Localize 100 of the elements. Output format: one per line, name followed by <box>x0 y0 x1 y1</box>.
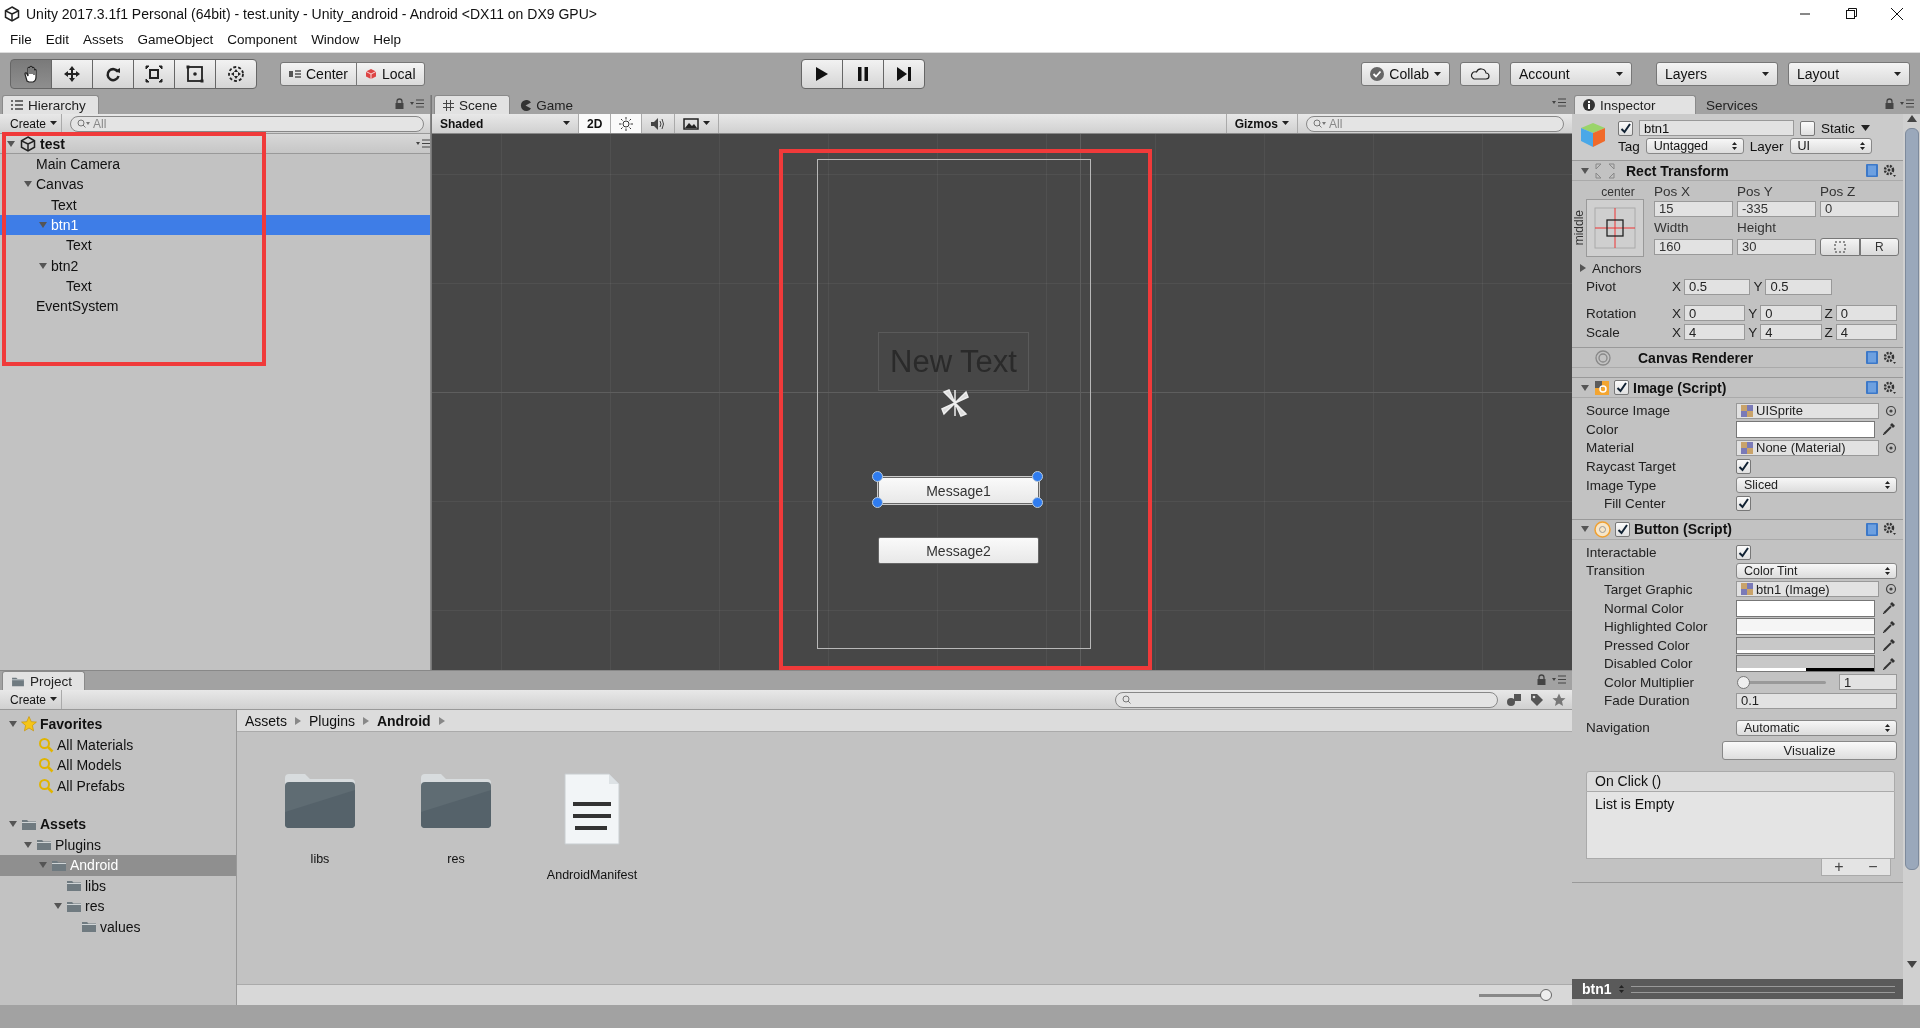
panel-menu-icon[interactable] <box>1900 99 1914 108</box>
create-dropdown[interactable]: Create <box>6 114 63 133</box>
name-field[interactable]: btn1 <box>1639 120 1794 136</box>
2d-toggle[interactable]: 2D <box>579 114 612 133</box>
tree-item[interactable]: libs <box>0 875 236 896</box>
dropdown[interactable]: Automatic <box>1736 719 1897 736</box>
tree-item[interactable]: btn2 <box>0 255 430 276</box>
eyedropper-icon[interactable] <box>1881 655 1897 672</box>
collapsed-arrow-icon[interactable] <box>1578 263 1588 274</box>
group-label[interactable]: Favorites <box>40 716 103 733</box>
object-field[interactable]: UISprite <box>1736 402 1879 419</box>
eyedropper-icon[interactable] <box>1881 618 1897 635</box>
pause-button[interactable] <box>841 59 884 89</box>
resize-handle[interactable] <box>872 497 883 508</box>
star-icon[interactable] <box>1552 692 1566 707</box>
breadcrumb-item[interactable]: Plugins <box>309 712 355 729</box>
input-field[interactable]: 15 <box>1654 200 1733 217</box>
resize-handle[interactable] <box>872 471 883 482</box>
lighting-toggle[interactable] <box>611 114 643 133</box>
expanded-arrow-icon[interactable] <box>1580 382 1590 393</box>
scrollbar-thumb[interactable] <box>1904 128 1919 870</box>
tree-item[interactable]: Main Camera <box>0 154 430 175</box>
tree-item[interactable]: Plugins <box>0 834 236 855</box>
cloud-button[interactable] <box>1460 62 1500 86</box>
menu-item[interactable]: Edit <box>39 30 76 49</box>
tree-item[interactable]: EventSystem <box>0 296 430 317</box>
input-field[interactable]: 4 <box>1835 324 1897 341</box>
create-dropdown[interactable]: Create <box>6 690 63 709</box>
static-checkbox[interactable] <box>1800 120 1815 136</box>
slider-thumb[interactable] <box>1737 675 1750 689</box>
panel-tab[interactable]: Inspector <box>1574 95 1696 114</box>
menu-item[interactable]: GameObject <box>131 30 220 49</box>
input-field[interactable]: 0 <box>1820 200 1899 217</box>
panel-menu-icon[interactable] <box>410 99 424 108</box>
panel-menu-icon[interactable] <box>1552 675 1566 684</box>
expanded-arrow-icon[interactable] <box>23 839 33 850</box>
color-field[interactable] <box>1736 420 1875 438</box>
step-button[interactable] <box>882 59 925 89</box>
eyedropper-icon[interactable] <box>1881 637 1897 654</box>
layer-dropdown[interactable]: UI <box>1789 138 1872 154</box>
gizmos-dropdown[interactable]: Gizmos <box>1225 114 1298 133</box>
search-field[interactable] <box>1115 691 1498 708</box>
tool-button[interactable] <box>215 59 257 89</box>
tag-dropdown[interactable]: Untagged <box>1645 138 1744 154</box>
expanded-arrow-icon[interactable] <box>6 138 16 149</box>
expanded-arrow-icon[interactable] <box>1580 165 1590 176</box>
gear-icon[interactable] <box>1883 350 1897 365</box>
input-field[interactable]: 0 <box>1684 305 1746 322</box>
menu-item[interactable]: Assets <box>77 30 130 49</box>
document-icon[interactable] <box>563 772 621 846</box>
panel-tab[interactable]: Game <box>512 96 586 114</box>
menu-item[interactable]: Help <box>367 30 407 49</box>
menu-item[interactable]: Component <box>221 30 304 49</box>
layers-dropdown[interactable]: Layers <box>1656 62 1778 86</box>
object-picker-icon[interactable] <box>1885 583 1897 596</box>
play-button[interactable] <box>800 59 843 89</box>
add-button[interactable]: + <box>1834 857 1844 876</box>
input-field[interactable]: -335 <box>1737 200 1816 217</box>
tool-button[interactable] <box>10 59 52 89</box>
checkbox[interactable] <box>1736 496 1751 512</box>
breadcrumb-item[interactable]: Assets <box>245 712 287 729</box>
panel-tab[interactable]: Services <box>1698 96 1770 114</box>
favorite-item[interactable]: All Models <box>0 755 236 776</box>
drag-handle[interactable] <box>1630 985 1895 993</box>
raw-edit-toggle[interactable]: R <box>1859 237 1899 256</box>
menu-item[interactable]: Window <box>305 30 366 49</box>
folder-icon[interactable] <box>419 772 493 830</box>
panel-tab[interactable]: Hierarchy <box>2 95 99 114</box>
lock-icon[interactable] <box>1885 98 1894 109</box>
eyedropper-icon[interactable] <box>1881 421 1897 438</box>
remove-button[interactable]: − <box>1868 857 1878 876</box>
breadcrumb-item[interactable]: Android <box>376 712 431 729</box>
input-field[interactable]: 30 <box>1737 238 1816 255</box>
tree-item[interactable]: Canvas <box>0 174 430 195</box>
object-picker-icon[interactable] <box>1885 404 1897 417</box>
slider-thumb[interactable] <box>1540 988 1552 1001</box>
panel-tab[interactable]: Scene <box>434 95 511 114</box>
resize-handle[interactable] <box>1032 471 1043 482</box>
eyedropper-icon[interactable] <box>1881 600 1897 616</box>
color-field[interactable] <box>1736 618 1875 636</box>
object-picker-icon[interactable] <box>1885 441 1897 454</box>
tool-button[interactable] <box>174 59 216 89</box>
input-field[interactable]: 1 <box>1839 674 1897 691</box>
checkbox[interactable] <box>1736 544 1751 560</box>
dropdown[interactable]: Sliced <box>1736 477 1897 494</box>
pivot-toggle[interactable]: Center <box>280 62 358 86</box>
input-field[interactable]: 0 <box>1835 305 1897 322</box>
input-field[interactable]: 160 <box>1654 238 1733 255</box>
object-field[interactable]: btn1 (Image) <box>1736 581 1879 598</box>
group-label[interactable]: Assets <box>40 816 86 833</box>
caret-icon[interactable] <box>1860 125 1870 131</box>
input-field[interactable]: 0.5 <box>1684 278 1751 295</box>
pivot-toggle[interactable]: Local <box>356 62 425 86</box>
scroll-down-icon[interactable] <box>1906 961 1917 969</box>
collab-button[interactable]: Collab <box>1361 62 1450 86</box>
input-field[interactable]: 0.5 <box>1765 278 1832 295</box>
enabled-checkbox[interactable] <box>1614 380 1629 396</box>
tree-item[interactable]: Text <box>0 235 430 256</box>
input-field[interactable]: 4 <box>1684 324 1746 341</box>
tool-button[interactable] <box>51 59 93 89</box>
